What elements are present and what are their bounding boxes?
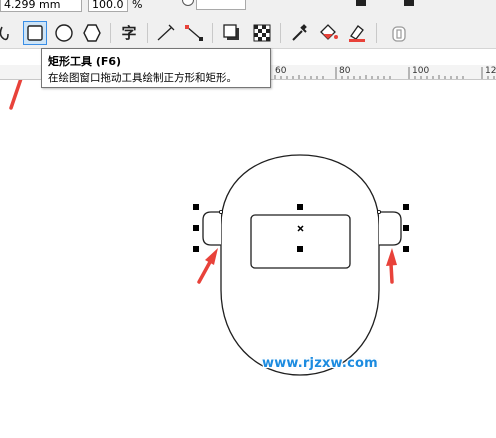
color-swatch-icon[interactable] — [356, 0, 366, 6]
interactive-fill-icon[interactable] — [316, 21, 340, 45]
scale-unit-label: % — [132, 0, 143, 11]
transparency-icon[interactable] — [250, 21, 274, 45]
drop-shadow-icon[interactable] — [220, 21, 244, 45]
toolbar-separator — [110, 23, 111, 43]
freehand-curve-icon[interactable] — [0, 21, 18, 45]
angle-icon[interactable] — [182, 0, 194, 6]
lock-icon[interactable] — [387, 21, 411, 45]
outline-swatch-icon[interactable] — [404, 0, 414, 6]
ruler-label: 60 — [275, 66, 287, 76]
eyedropper-icon[interactable] — [287, 21, 311, 45]
ellipse-tool-icon[interactable] — [52, 21, 76, 45]
property-bar: 4.299 mm 100.0 % — [0, 0, 496, 19]
angle-field[interactable] — [196, 0, 246, 10]
toolbar-separator — [280, 23, 281, 43]
scale-field[interactable]: 100.0 — [88, 0, 128, 12]
annotation-arrow-icon — [9, 80, 23, 110]
drawing-canvas[interactable] — [0, 80, 496, 438]
toolbar-separator — [376, 23, 377, 43]
rectangle-tool-button[interactable] — [23, 21, 47, 45]
width-field[interactable]: 4.299 mm — [0, 0, 82, 12]
ruler-label: 12 — [485, 66, 496, 76]
site-watermark: www.rjzxw.com — [262, 356, 378, 371]
connector-tool-icon[interactable] — [182, 21, 206, 45]
left-side-tab[interactable] — [202, 211, 221, 246]
text-tool-label: 字 — [121, 24, 137, 42]
visor-rectangle[interactable] — [250, 214, 351, 269]
toolbar-separator — [212, 23, 213, 43]
toolbar-separator — [147, 23, 148, 43]
smart-fill-icon[interactable] — [345, 21, 369, 45]
tooltip-description: 在绘图窗口拖动工具绘制正方形和矩形。 — [48, 72, 237, 84]
node-point — [376, 209, 381, 214]
ruler-label: 80 — [339, 66, 351, 76]
right-side-tab[interactable] — [379, 211, 402, 246]
polygon-tool-icon[interactable] — [80, 21, 104, 45]
annotation-arrow-icon — [197, 248, 218, 284]
rectangle-tool-tooltip: 矩形工具 (F6) 在绘图窗口拖动工具绘制正方形和矩形。 — [41, 48, 271, 88]
ruler-label: 100 — [412, 66, 430, 76]
node-point — [218, 209, 223, 214]
parallel-dimension-icon[interactable] — [154, 21, 178, 45]
text-tool-icon[interactable]: 字 — [117, 21, 141, 45]
tooltip-title: 矩形工具 (F6) — [48, 55, 122, 68]
toolbox: 字 — [0, 18, 496, 49]
annotation-arrow-icon — [386, 248, 397, 284]
